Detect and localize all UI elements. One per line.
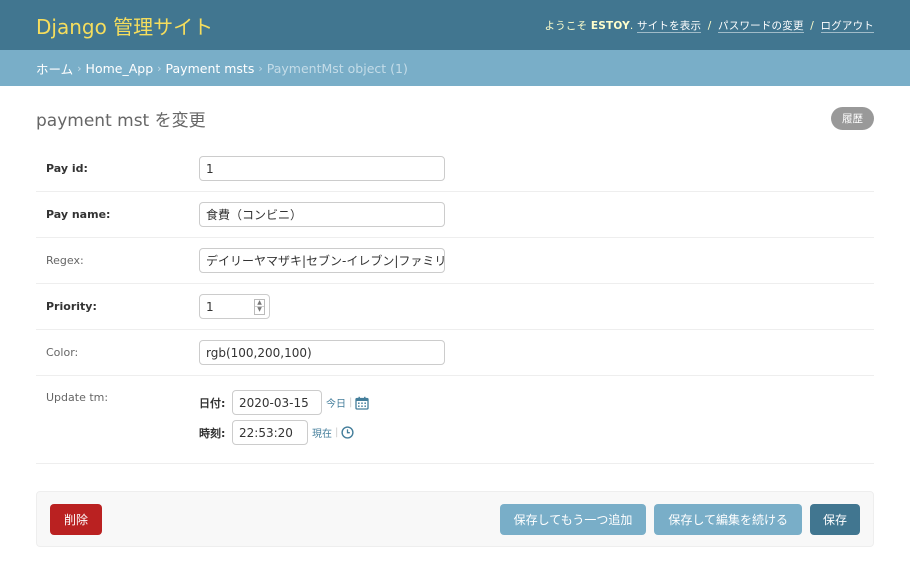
breadcrumb-arrow: › — [77, 61, 82, 75]
user-tools: ようこそ ESTOY. サイトを表示 / パスワードの変更 / ログアウト — [544, 19, 874, 33]
pay-id-input[interactable]: 1 — [199, 156, 445, 181]
pay-id-label: Pay id: — [46, 162, 88, 175]
breadcrumb: ホーム › Home_App › Payment msts › PaymentM… — [0, 50, 910, 86]
save-button[interactable]: 保存 — [810, 503, 860, 535]
now-link[interactable]: 現在 — [312, 425, 332, 440]
form-row-regex: Regex: デイリーヤマザキ|セブン-イレブン|ファミリ — [36, 238, 874, 284]
calendar-icon[interactable] — [355, 396, 370, 410]
breadcrumb-model[interactable]: Payment msts — [166, 61, 255, 76]
breadcrumb-home[interactable]: ホーム — [36, 59, 73, 78]
username: ESTOY — [590, 19, 630, 32]
form-row-priority: Priority: 1 ▲ ▼ — [36, 284, 874, 330]
datetime-widget: 日付: 2020-03-15 今日 | 時刻: 22:53:20 現在 | — [199, 390, 370, 445]
color-input[interactable]: rgb(100,200,100) — [199, 340, 445, 365]
title-row: payment mst を変更 履歴 — [36, 106, 874, 131]
priority-label: Priority: — [46, 300, 97, 313]
history-button[interactable]: 履歴 — [831, 106, 874, 130]
breadcrumb-arrow: › — [258, 61, 263, 75]
page-title: payment mst を変更 — [36, 110, 206, 131]
breadcrumb-app[interactable]: Home_App — [86, 61, 154, 76]
spin-down-icon[interactable]: ▼ — [255, 306, 264, 314]
delete-button[interactable]: 削除 — [50, 503, 102, 535]
update-tm-label: Update tm: — [46, 391, 109, 404]
date-input[interactable]: 2020-03-15 — [232, 390, 322, 415]
form-row-color: Color: rgb(100,200,100) — [36, 330, 874, 376]
change-password-link[interactable]: パスワードの変更 — [718, 19, 804, 33]
time-label: 時刻: — [199, 426, 226, 440]
clock-icon[interactable] — [341, 426, 354, 439]
breadcrumb-arrow: › — [157, 61, 162, 75]
date-label: 日付: — [199, 396, 226, 410]
site-branding[interactable]: Django 管理サイト — [36, 11, 213, 40]
separator: / — [810, 19, 814, 32]
site-header: Django 管理サイト ようこそ ESTOY. サイトを表示 / パスワードの… — [0, 0, 910, 50]
content-area: payment mst を変更 履歴 Pay id: 1 Pay name: 食… — [0, 86, 910, 547]
pay-name-input[interactable]: 食費（コンビニ） — [199, 202, 445, 227]
view-site-link[interactable]: サイトを表示 — [637, 19, 702, 33]
spin-buttons[interactable]: ▲ ▼ — [254, 298, 265, 315]
time-line: 時刻: 22:53:20 現在 | — [199, 420, 369, 445]
form-row-pay-id: Pay id: 1 — [36, 146, 874, 192]
logout-link[interactable]: ログアウト — [820, 19, 874, 33]
form-row-update-tm: Update tm: 日付: 2020-03-15 今日 | 時刻: 22:53… — [36, 376, 874, 464]
greeting: ようこそ — [544, 19, 588, 32]
separator: / — [707, 19, 712, 32]
submit-row: 削除 保存してもう一つ追加 保存して編集を続ける 保存 — [36, 491, 874, 547]
shortcut-separator: | — [335, 427, 339, 438]
pay-name-label: Pay name: — [46, 208, 111, 221]
shortcut-separator: | — [349, 397, 353, 408]
time-input[interactable]: 22:53:20 — [232, 420, 308, 445]
regex-label: Regex: — [46, 254, 84, 267]
date-line: 日付: 2020-03-15 今日 | — [199, 390, 370, 415]
today-link[interactable]: 今日 — [326, 395, 346, 410]
change-form: Pay id: 1 Pay name: 食費（コンビニ） Regex: デイリー… — [36, 146, 874, 464]
priority-value: 1 — [206, 299, 214, 314]
priority-stepper[interactable]: 1 ▲ ▼ — [199, 294, 270, 319]
breadcrumb-current: PaymentMst object (1) — [266, 60, 408, 76]
color-label: Color: — [46, 346, 79, 359]
regex-input[interactable]: デイリーヤマザキ|セブン-イレブン|ファミリ — [199, 248, 445, 273]
save-add-another-button[interactable]: 保存してもう一つ追加 — [499, 503, 647, 535]
form-row-pay-name: Pay name: 食費（コンビニ） — [36, 192, 874, 238]
save-buttons: 保存してもう一つ追加 保存して編集を続ける 保存 — [499, 503, 860, 535]
save-continue-button[interactable]: 保存して編集を続ける — [654, 503, 802, 535]
